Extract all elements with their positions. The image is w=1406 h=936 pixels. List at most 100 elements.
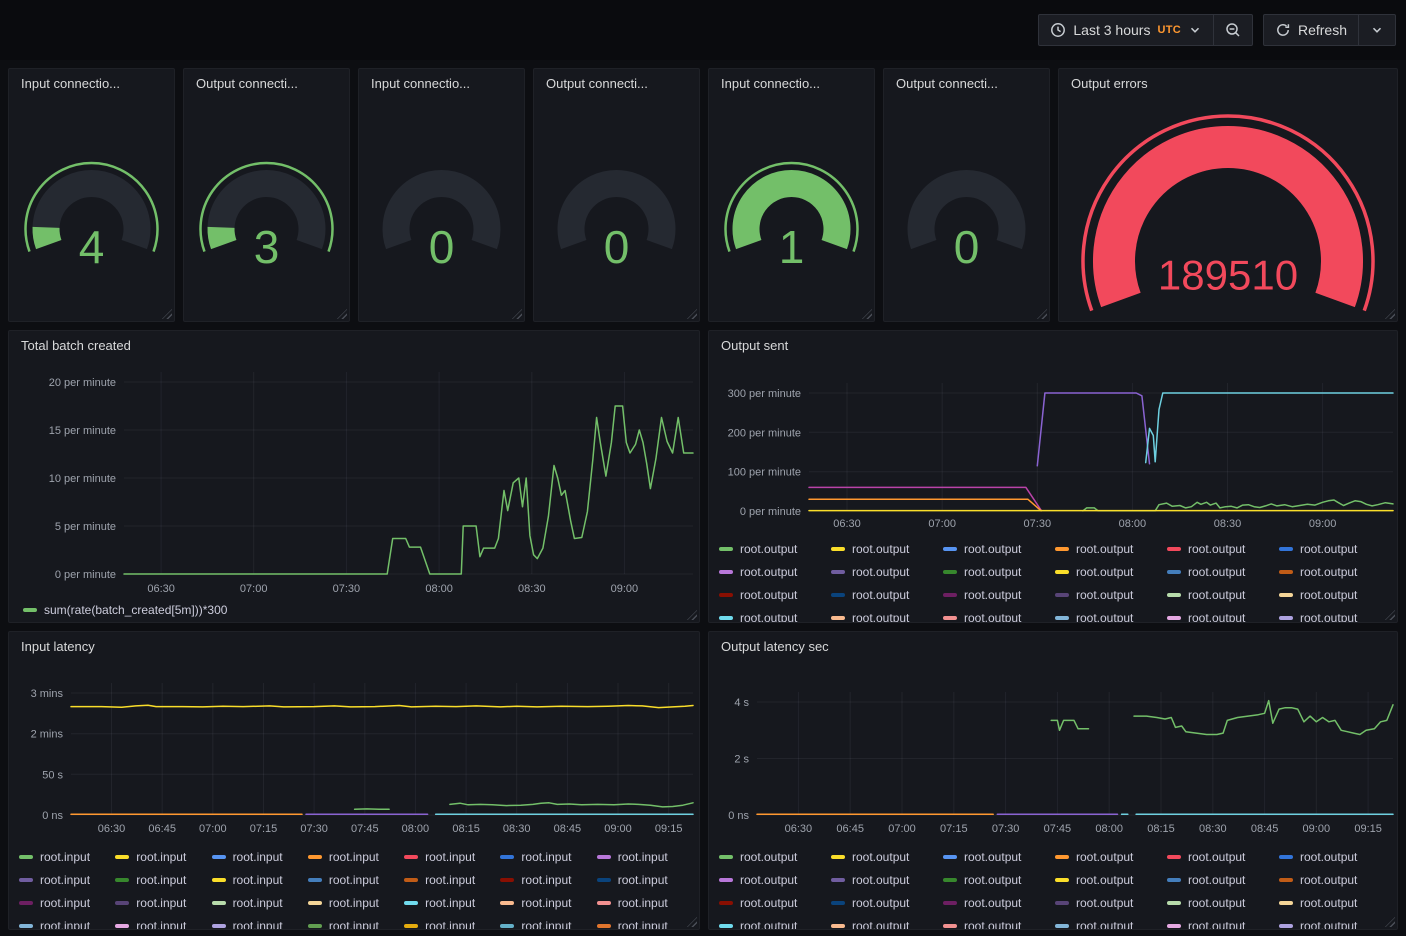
legend-item[interactable]: root.input <box>308 868 404 891</box>
legend-item[interactable]: root.output <box>1279 537 1391 560</box>
refresh-button[interactable]: Refresh <box>1263 14 1359 46</box>
panel-title[interactable]: Output connecti... <box>896 76 998 91</box>
legend-item[interactable]: root.input <box>115 868 211 891</box>
legend-item[interactable]: root.output <box>1055 845 1167 868</box>
legend-item[interactable]: sum(rate(batch_created[5m]))*300 <box>23 598 693 621</box>
legend-item[interactable]: root.output <box>1055 560 1167 583</box>
time-picker-button[interactable]: Last 3 hours UTC <box>1038 14 1214 46</box>
legend-item[interactable]: root.output <box>719 845 831 868</box>
panel-title[interactable]: Total batch created <box>21 338 131 353</box>
legend-item[interactable]: root.output <box>1055 606 1167 623</box>
legend-item[interactable]: root.output <box>831 583 943 606</box>
legend-item[interactable]: root.input <box>500 914 596 930</box>
zoom-out-button[interactable] <box>1213 14 1253 46</box>
legend-item[interactable]: root.input <box>404 914 500 930</box>
panel-title[interactable]: Output connecti... <box>196 76 298 91</box>
legend-item[interactable]: root.output <box>1167 891 1279 914</box>
legend-item[interactable]: root.input <box>404 845 500 868</box>
legend-item[interactable]: root.input <box>597 868 693 891</box>
legend-item[interactable]: root.input <box>19 868 115 891</box>
legend-item[interactable]: root.output <box>1167 537 1279 560</box>
legend-item[interactable]: root.output <box>943 606 1055 623</box>
legend-label: root.input <box>425 915 475 931</box>
panel-title[interactable]: Input connectio... <box>371 76 470 91</box>
panel-title[interactable]: Output sent <box>721 338 788 353</box>
panel-title[interactable]: Input latency <box>21 639 95 654</box>
legend-item[interactable]: root.input <box>212 868 308 891</box>
legend-item[interactable]: root.input <box>115 914 211 930</box>
legend-item[interactable]: root.output <box>943 845 1055 868</box>
legend-item[interactable]: root.output <box>719 914 831 930</box>
legend-item[interactable]: root.output <box>943 868 1055 891</box>
legend-item[interactable]: root.output <box>1279 891 1391 914</box>
legend-item[interactable]: root.input <box>597 845 693 868</box>
legend-item[interactable]: root.output <box>719 868 831 891</box>
legend-item[interactable]: root.output <box>1055 914 1167 930</box>
legend-item[interactable]: root.output <box>1167 606 1279 623</box>
legend-item[interactable]: root.output <box>831 914 943 930</box>
chart-plot-area[interactable]: 06:3007:0007:3008:0008:3009:0020 per min… <box>9 331 699 622</box>
legend-item[interactable]: root.input <box>19 845 115 868</box>
legend-item[interactable]: root.input <box>212 914 308 930</box>
legend-item[interactable]: root.output <box>1167 845 1279 868</box>
legend-item[interactable]: root.output <box>1167 583 1279 606</box>
legend-item[interactable]: root.output <box>719 583 831 606</box>
legend-item[interactable]: root.output <box>1055 583 1167 606</box>
legend-item[interactable]: root.output <box>831 606 943 623</box>
legend-item[interactable]: root.input <box>115 891 211 914</box>
legend-item[interactable]: root.output <box>1167 560 1279 583</box>
legend-item[interactable]: root.input <box>308 845 404 868</box>
panel-title[interactable]: Output errors <box>1071 76 1148 91</box>
legend-item[interactable]: root.output <box>1055 868 1167 891</box>
legend-color-marker-icon <box>1167 547 1181 551</box>
legend-item[interactable]: root.output <box>1167 914 1279 930</box>
legend-item[interactable]: root.input <box>212 891 308 914</box>
legend-item[interactable]: root.output <box>943 583 1055 606</box>
legend-item[interactable]: root.input <box>19 891 115 914</box>
legend-item[interactable]: root.input <box>597 914 693 930</box>
legend-item[interactable]: root.output <box>1279 845 1391 868</box>
legend-item[interactable]: root.input <box>308 891 404 914</box>
legend-item[interactable]: root.output <box>1167 868 1279 891</box>
legend-item[interactable]: root.input <box>308 914 404 930</box>
panel-title[interactable]: Input connectio... <box>21 76 120 91</box>
legend-item[interactable]: root.input <box>404 868 500 891</box>
legend-item[interactable]: root.input <box>212 845 308 868</box>
legend-item[interactable]: root.output <box>719 537 831 560</box>
legend-item[interactable]: root.output <box>1279 583 1391 606</box>
legend-item[interactable]: root.output <box>1279 606 1391 623</box>
legend-item[interactable]: root.input <box>500 891 596 914</box>
panel-title[interactable]: Output connecti... <box>546 76 648 91</box>
legend-item[interactable]: root.output <box>943 560 1055 583</box>
legend-item[interactable]: root.output <box>719 891 831 914</box>
panel-title[interactable]: Output latency sec <box>721 639 829 654</box>
legend-item[interactable]: root.output <box>719 606 831 623</box>
legend-item[interactable]: root.output <box>831 845 943 868</box>
legend-item[interactable]: root.input <box>115 845 211 868</box>
legend-item[interactable]: root.output <box>831 537 943 560</box>
refresh-interval-dropdown[interactable] <box>1358 14 1396 46</box>
legend-item[interactable]: root.input <box>500 845 596 868</box>
legend-item[interactable]: root.output <box>943 891 1055 914</box>
legend-item[interactable]: root.input <box>597 891 693 914</box>
legend-item[interactable]: root.output <box>1055 891 1167 914</box>
x-axis-label: 09:00 <box>1303 823 1331 835</box>
legend-item[interactable]: root.input <box>19 914 115 930</box>
legend-item[interactable]: root.input <box>404 891 500 914</box>
x-axis-label: 07:15 <box>940 823 968 835</box>
legend-item[interactable]: root.input <box>500 868 596 891</box>
x-axis-label: 06:30 <box>98 823 126 835</box>
legend-label: root.input <box>233 869 283 891</box>
legend-label: root.input <box>521 892 571 914</box>
legend-item[interactable]: root.output <box>1279 560 1391 583</box>
legend-item[interactable]: root.output <box>719 560 831 583</box>
panel-title[interactable]: Input connectio... <box>721 76 820 91</box>
legend-item[interactable]: root.output <box>943 537 1055 560</box>
legend-item[interactable]: root.output <box>1279 868 1391 891</box>
legend-item[interactable]: root.output <box>1279 914 1391 930</box>
legend-item[interactable]: root.output <box>1055 537 1167 560</box>
legend-item[interactable]: root.output <box>831 891 943 914</box>
legend-item[interactable]: root.output <box>831 868 943 891</box>
legend-item[interactable]: root.output <box>831 560 943 583</box>
legend-item[interactable]: root.output <box>943 914 1055 930</box>
